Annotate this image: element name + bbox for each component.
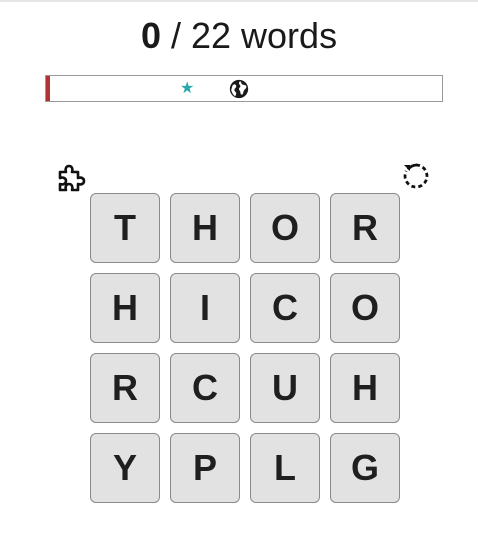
letter-tile[interactable]: I xyxy=(170,273,240,343)
letter-tile[interactable]: H xyxy=(170,193,240,263)
letter-tile[interactable]: O xyxy=(330,273,400,343)
star-icon: ★ xyxy=(180,80,195,97)
total-count: 22 xyxy=(190,15,232,56)
counter-separator: / xyxy=(160,15,191,56)
letter-tile[interactable]: P xyxy=(170,433,240,503)
counter-unit: words xyxy=(231,15,338,56)
letter-tile[interactable]: O xyxy=(250,193,320,263)
letter-tile[interactable]: R xyxy=(330,193,400,263)
letter-tile[interactable]: Y xyxy=(90,433,160,503)
globe-icon xyxy=(229,79,249,99)
letter-tile[interactable]: H xyxy=(90,273,160,343)
rotate-icon[interactable] xyxy=(401,161,431,191)
letter-tile[interactable]: C xyxy=(170,353,240,423)
top-border xyxy=(0,0,478,2)
letter-tile[interactable]: C xyxy=(250,273,320,343)
puzzle-piece-icon[interactable] xyxy=(55,161,89,195)
letter-tile[interactable]: L xyxy=(250,433,320,503)
found-count: 0 xyxy=(140,15,161,56)
letter-tile[interactable]: H xyxy=(330,353,400,423)
word-counter: 0 / 22 words xyxy=(0,14,478,58)
letter-tile[interactable]: U xyxy=(250,353,320,423)
letter-tile[interactable]: T xyxy=(90,193,160,263)
letter-grid: THORHICORCUHYPLG xyxy=(90,193,402,503)
letter-tile[interactable]: G xyxy=(330,433,400,503)
progress-fill xyxy=(46,76,50,101)
letter-tile[interactable]: R xyxy=(90,353,160,423)
progress-bar: ★ xyxy=(45,75,443,102)
